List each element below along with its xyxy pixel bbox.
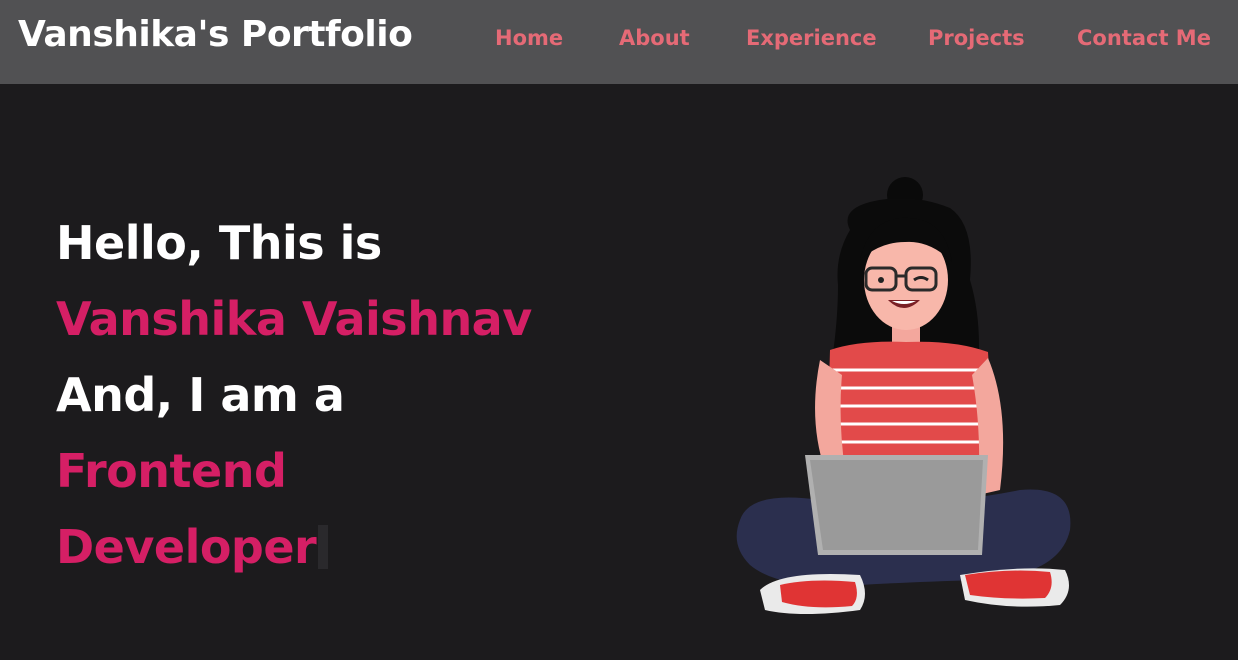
nav-link-home[interactable]: Home xyxy=(495,26,563,50)
nav-link-projects[interactable]: Projects xyxy=(928,26,1025,50)
nav-link-experience[interactable]: Experience xyxy=(746,26,877,50)
hero-role-line1: Frontend xyxy=(56,444,287,498)
nav-link-contact[interactable]: Contact Me xyxy=(1077,26,1211,50)
hero-role-line2: Developer xyxy=(56,520,329,574)
girl-with-laptop-illustration xyxy=(736,177,1071,614)
nav-link-about[interactable]: About xyxy=(619,26,690,50)
hero-role-text: Developer xyxy=(56,520,317,574)
navbar: Vanshika's Portfolio Home About Experien… xyxy=(0,0,1238,84)
hero-greeting: Hello, This is xyxy=(56,216,382,270)
hero-name: Vanshika Vaishnav xyxy=(56,292,532,346)
site-brand[interactable]: Vanshika's Portfolio xyxy=(18,14,413,55)
typing-cursor xyxy=(318,525,329,569)
hero-intro: And, I am a xyxy=(56,368,345,422)
